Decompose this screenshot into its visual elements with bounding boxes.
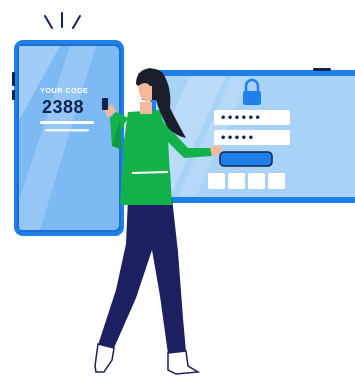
code-label: YOUR CODE: [40, 86, 88, 95]
code-subline: [45, 129, 89, 132]
code-box-4[interactable]: [268, 173, 285, 189]
username-field[interactable]: ••••••: [214, 110, 290, 125]
username-mask: ••••••: [220, 113, 261, 124]
two-factor-illustration: •••••• ••••• YOUR CODE 2388: [0, 0, 355, 378]
phone-device: YOUR CODE 2388: [12, 40, 124, 236]
password-mask: •••••: [220, 133, 254, 144]
code-box-1[interactable]: [208, 173, 225, 189]
notification-burst-icon: [44, 12, 81, 29]
code-box-2[interactable]: [228, 173, 245, 189]
code-underline: [40, 121, 94, 124]
login-button[interactable]: [219, 151, 273, 167]
password-field[interactable]: •••••: [214, 130, 290, 145]
code-value: 2388: [42, 97, 84, 117]
code-box-3[interactable]: [248, 173, 265, 189]
